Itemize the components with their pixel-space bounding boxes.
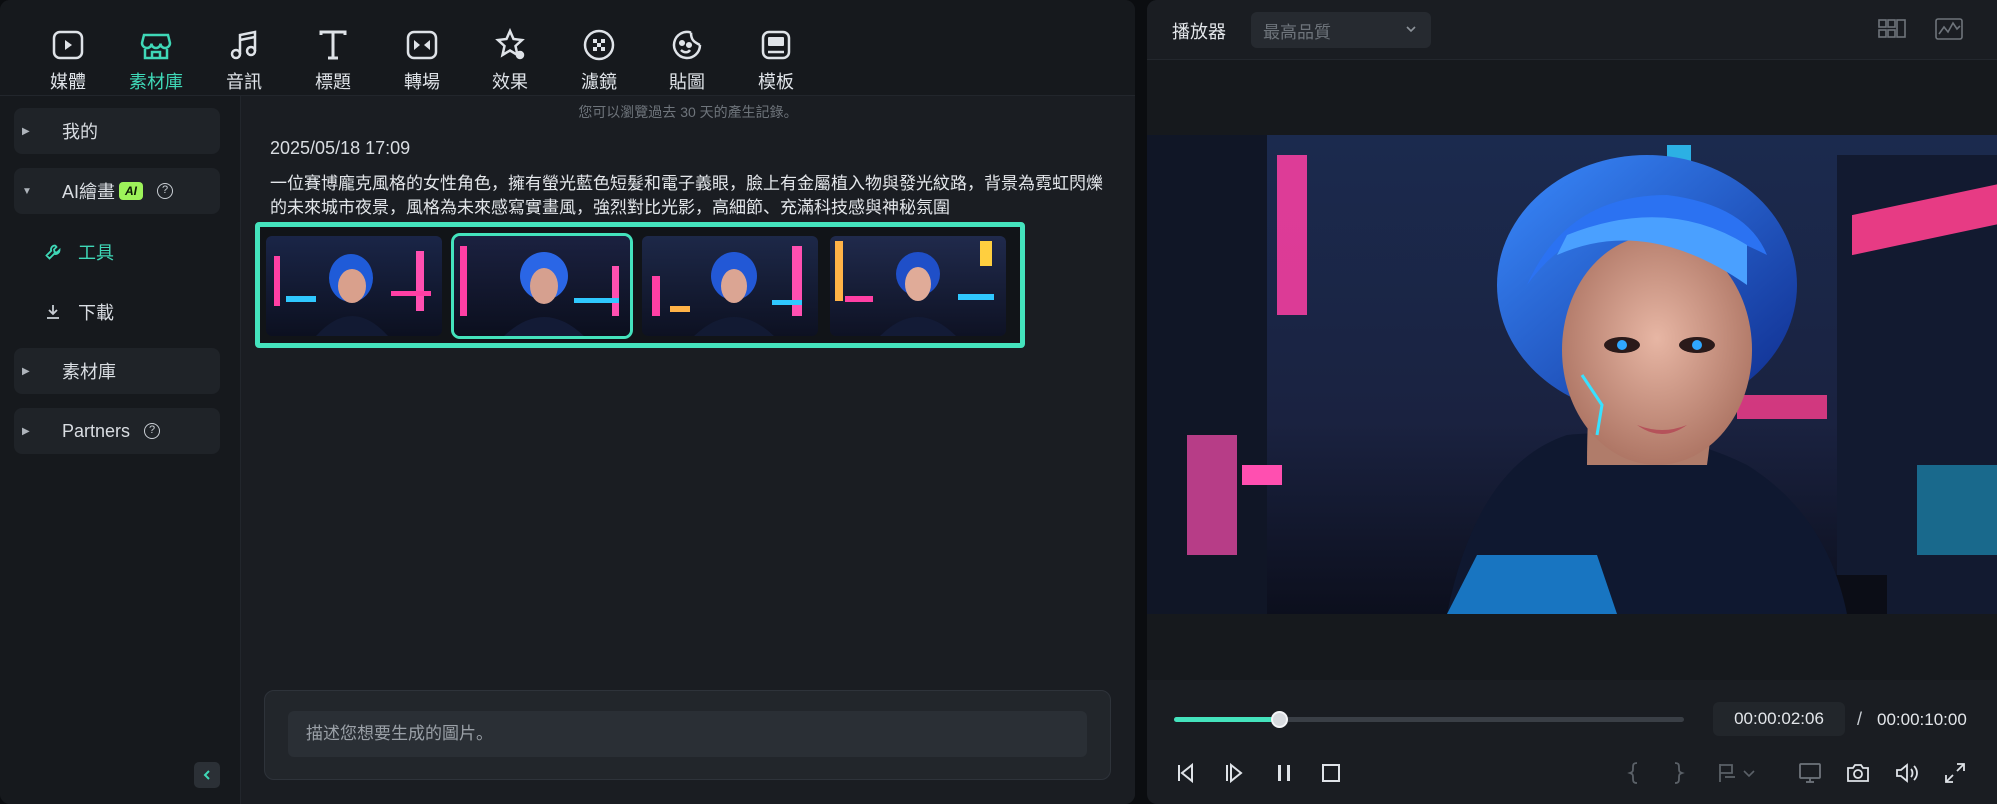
fullscreen-button[interactable] xyxy=(1942,760,1968,786)
quality-value: 最高品質 xyxy=(1263,22,1331,42)
playback-timeline[interactable] xyxy=(1174,711,1684,728)
time-separator: / xyxy=(1857,709,1863,729)
filter-icon xyxy=(583,29,615,61)
generated-image-3[interactable] xyxy=(642,236,818,336)
prompt-input-panel xyxy=(264,690,1111,780)
tab-media[interactable]: 媒體 xyxy=(28,28,108,92)
tab-templates[interactable]: 模板 xyxy=(736,28,816,92)
music-note-icon xyxy=(230,30,257,60)
sidebar: ▶ 我的 ▼ AI繪畫 AI ? 工具 下載 ▶ 素材庫 ▶ Partners … xyxy=(0,96,241,804)
timeline-playhead[interactable] xyxy=(1271,711,1289,728)
caret-down-icon: ▼ xyxy=(22,185,32,197)
collapse-sidebar-button[interactable] xyxy=(194,762,220,788)
current-time[interactable]: 00:00:02:06 xyxy=(1713,702,1845,736)
effects-icon xyxy=(495,28,525,60)
total-time: 00:00:10:00 xyxy=(1877,710,1967,729)
timeline-progress xyxy=(1174,717,1280,722)
generation-date: 2025/05/18 17:09 xyxy=(270,138,411,158)
chevron-left-icon xyxy=(203,770,210,780)
tab-filters[interactable]: 濾鏡 xyxy=(559,28,639,92)
player-title: 播放器 xyxy=(1172,22,1226,42)
title-icon xyxy=(319,30,347,60)
play-button[interactable] xyxy=(1223,760,1249,786)
grid-layout-icon[interactable] xyxy=(1877,16,1907,42)
sidebar-item-download[interactable]: 下載 xyxy=(44,294,114,330)
help-icon[interactable]: ? xyxy=(157,183,174,199)
download-icon xyxy=(47,305,59,319)
pause-button[interactable] xyxy=(1271,760,1297,786)
fullscreen-icon xyxy=(1945,763,1965,783)
library-panel: 媒體 素材庫 音訊 標題 轉場 效果 濾鏡 貼圖 模板 ▶ 我的 ▼ AI繪畫 … xyxy=(0,0,1135,804)
insert-marker-button[interactable] xyxy=(1715,760,1741,786)
chevron-down-icon xyxy=(1743,770,1755,778)
tab-titles[interactable]: 標題 xyxy=(293,28,373,92)
stop-icon xyxy=(1322,764,1340,782)
template-icon xyxy=(761,30,791,60)
sidebar-item-partners[interactable]: ▶ Partners ? xyxy=(14,408,220,454)
mark-in-button[interactable] xyxy=(1621,760,1647,786)
tab-stock-library[interactable]: 素材庫 xyxy=(116,28,196,92)
ai-badge: AI xyxy=(119,182,144,200)
wrench-icon xyxy=(45,244,61,260)
marker-dropdown[interactable] xyxy=(1741,760,1757,786)
caret-right-icon: ▶ xyxy=(22,425,30,437)
waveform-monitor-icon[interactable] xyxy=(1934,16,1964,42)
tab-effects[interactable]: 效果 xyxy=(470,28,550,92)
camera-icon xyxy=(1847,764,1869,782)
prev-frame-button[interactable] xyxy=(1174,760,1200,786)
top-toolbar: 媒體 素材庫 音訊 標題 轉場 效果 濾鏡 貼圖 模板 xyxy=(0,0,1135,96)
generated-image-2[interactable] xyxy=(454,236,630,336)
step-forward-icon xyxy=(1226,762,1243,784)
player-header: 播放器 最高品質 xyxy=(1147,0,1997,60)
step-back-icon xyxy=(1178,762,1193,784)
sidebar-item-library[interactable]: ▶ 素材庫 xyxy=(14,348,220,394)
generated-images xyxy=(255,222,1025,348)
tab-audio[interactable]: 音訊 xyxy=(204,28,284,92)
sidebar-item-ai-painting[interactable]: ▼ AI繪畫 AI ? xyxy=(14,168,220,214)
mark-out-icon xyxy=(1674,762,1685,784)
history-notice: 您可以瀏覽過去 30 天的產生記錄。 xyxy=(578,104,798,120)
caret-right-icon: ▶ xyxy=(22,365,30,377)
generation-history: 您可以瀏覽過去 30 天的產生記錄。 2025/05/18 17:09 一位賽博… xyxy=(241,96,1135,804)
mark-out-button[interactable] xyxy=(1665,760,1691,786)
monitor-icon xyxy=(1799,763,1821,783)
media-icon xyxy=(52,30,84,60)
tab-transitions[interactable]: 轉場 xyxy=(382,28,462,92)
quality-dropdown[interactable]: 最高品質 xyxy=(1251,12,1431,48)
volume-icon xyxy=(1896,763,1918,783)
sidebar-item-tools[interactable]: 工具 xyxy=(44,234,114,270)
generated-image-4[interactable] xyxy=(830,236,1006,336)
generation-prompt: 一位賽博龐克風格的女性角色，擁有螢光藍色短髮和電子義眼，臉上有金屬植入物與發光紋… xyxy=(270,174,1103,217)
volume-button[interactable] xyxy=(1893,760,1919,786)
video-area xyxy=(1147,60,1997,680)
sticker-icon xyxy=(672,30,702,60)
caret-right-icon: ▶ xyxy=(22,125,30,137)
player-panel: 播放器 最高品質 00:00:02:06 / 00:00:10:00 xyxy=(1147,0,1997,804)
prompt-input[interactable] xyxy=(288,711,1087,757)
display-button[interactable] xyxy=(1797,760,1823,786)
chevron-down-icon xyxy=(1406,26,1416,33)
marker-icon xyxy=(1719,764,1735,782)
transition-icon xyxy=(406,30,438,60)
help-icon[interactable]: ? xyxy=(144,423,161,439)
stop-button[interactable] xyxy=(1318,760,1344,786)
generated-image-1[interactable] xyxy=(266,236,442,336)
tab-stickers[interactable]: 貼圖 xyxy=(647,28,727,92)
sidebar-item-mine[interactable]: ▶ 我的 xyxy=(14,108,220,154)
pause-icon xyxy=(1278,765,1290,781)
store-icon xyxy=(140,33,172,60)
mark-in-icon xyxy=(1627,762,1638,784)
preview-frame xyxy=(1147,135,1997,614)
snapshot-button[interactable] xyxy=(1845,760,1871,786)
